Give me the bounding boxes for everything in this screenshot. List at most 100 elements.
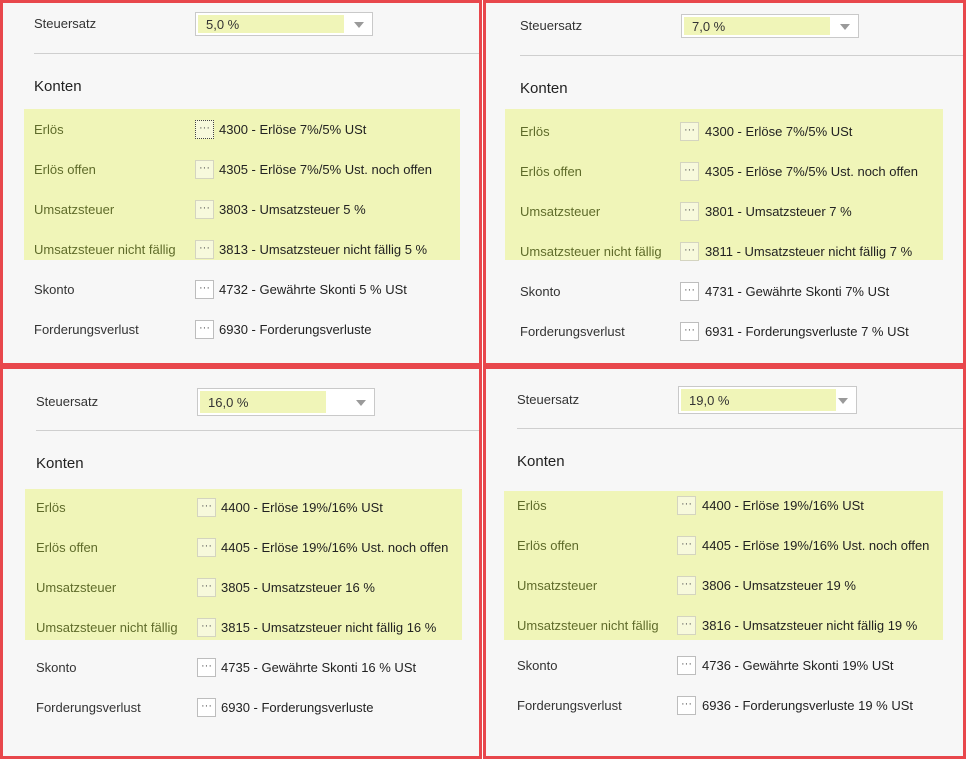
ellipsis-button[interactable]: ··· [195,280,214,299]
account-value: 4300 - Erlöse 7%/5% USt [705,124,853,139]
row-label-skonto: Skonto [36,660,77,675]
row-label-erloes-offen: Erlös offen [36,540,98,555]
divider [34,53,479,54]
account-value: 6936 - Forderungsverluste 19 % USt [702,698,913,713]
account-value: 6930 - Forderungsverluste [219,322,372,337]
tax-rate-label: Steuersatz [34,16,97,31]
row-label-umsatzsteuer-nicht-faellig: Umsatzsteuer nicht fällig [34,242,176,257]
account-value: 3811 - Umsatzsteuer nicht fällig 7 % [705,244,913,259]
row-label-erloes-offen: Erlös offen [517,538,579,553]
ellipsis-button[interactable]: ··· [677,576,696,595]
ellipsis-button[interactable]: ··· [680,162,699,181]
account-value: 3816 - Umsatzsteuer nicht fällig 19 % [702,618,918,633]
account-value: 4400 - Erlöse 19%/16% USt [221,500,383,515]
account-value: 4732 - Gewährte Skonti 5 % USt [219,282,407,297]
row-label-forderungsverlust: Forderungsverlust [34,322,139,337]
tax-rate-dropdown[interactable]: 19,0 % [678,386,857,414]
settings-panel-16-percent: Steuersatz 16,0 % Konten Erlös ··· 4400 … [0,366,482,759]
row-label-umsatzsteuer-nicht-faellig: Umsatzsteuer nicht fällig [36,620,178,635]
row-label-erloes: Erlös [36,500,66,515]
tax-rate-value: 7,0 % [684,17,830,35]
account-value: 4305 - Erlöse 7%/5% Ust. noch offen [705,164,918,179]
row-label-erloes-offen: Erlös offen [34,162,96,177]
row-label-umsatzsteuer-nicht-faellig: Umsatzsteuer nicht fällig [517,618,659,633]
row-label-erloes: Erlös [34,122,64,137]
settings-panel-19-percent: Steuersatz 19,0 % Konten Erlös ··· 4400 … [483,366,966,759]
section-title-konten: Konten [36,455,84,472]
ellipsis-button[interactable]: ··· [680,202,699,221]
account-value: 3805 - Umsatzsteuer 16 % [221,580,375,595]
account-value: 4305 - Erlöse 7%/5% Ust. noch offen [219,162,432,177]
section-title-konten: Konten [517,453,565,470]
ellipsis-button[interactable]: ··· [195,320,214,339]
row-label-erloes: Erlös [520,124,550,139]
ellipsis-button[interactable]: ··· [680,242,699,261]
ellipsis-button[interactable]: ··· [680,282,699,301]
ellipsis-button[interactable]: ··· [197,658,216,677]
tax-rate-dropdown[interactable]: 16,0 % [197,388,375,416]
ellipsis-button[interactable]: ··· [197,618,216,637]
tax-rate-label: Steuersatz [517,392,580,407]
section-title-konten: Konten [520,80,568,97]
divider [520,55,963,56]
row-label-umsatzsteuer: Umsatzsteuer [517,578,598,593]
settings-panel-7-percent: Steuersatz 7,0 % Konten Erlös ··· 4300 -… [483,0,966,366]
account-value: 3803 - Umsatzsteuer 5 % [219,202,366,217]
row-label-umsatzsteuer: Umsatzsteuer [36,580,117,595]
divider [517,428,963,429]
account-value: 4405 - Erlöse 19%/16% Ust. noch offen [702,538,930,553]
tax-rate-label: Steuersatz [520,18,583,33]
chevron-down-icon [354,22,364,28]
account-value: 6930 - Forderungsverluste [221,700,374,715]
row-label-erloes-offen: Erlös offen [520,164,582,179]
row-label-forderungsverlust: Forderungsverlust [520,324,625,339]
settings-panel-5-percent: Steuersatz 5,0 % Konten Erlös ··· 4300 -… [0,0,482,366]
account-value: 6931 - Forderungsverluste 7 % USt [705,324,909,339]
row-label-forderungsverlust: Forderungsverlust [517,698,622,713]
account-value: 4300 - Erlöse 7%/5% USt [219,122,367,137]
ellipsis-button[interactable]: ··· [680,322,699,341]
row-label-umsatzsteuer: Umsatzsteuer [520,204,601,219]
ellipsis-button[interactable]: ··· [680,122,699,141]
ellipsis-button[interactable]: ··· [677,536,696,555]
row-label-forderungsverlust: Forderungsverlust [36,700,141,715]
ellipsis-button[interactable]: ··· [195,120,214,139]
tax-rate-label: Steuersatz [36,394,99,409]
ellipsis-button[interactable]: ··· [677,656,696,675]
ellipsis-button[interactable]: ··· [197,538,216,557]
ellipsis-button[interactable]: ··· [197,698,216,717]
ellipsis-button[interactable]: ··· [195,160,214,179]
row-label-umsatzsteuer-nicht-faellig: Umsatzsteuer nicht fällig [520,244,662,259]
tax-rate-dropdown[interactable]: 5,0 % [195,12,373,36]
tax-rate-value: 5,0 % [198,15,344,33]
account-value: 4735 - Gewährte Skonti 16 % USt [221,660,417,675]
chevron-down-icon [838,398,848,404]
row-label-skonto: Skonto [520,284,561,299]
account-value: 4736 - Gewährte Skonti 19% USt [702,658,894,673]
row-label-skonto: Skonto [517,658,558,673]
account-value: 4405 - Erlöse 19%/16% Ust. noch offen [221,540,449,555]
ellipsis-button[interactable]: ··· [677,616,696,635]
chevron-down-icon [840,24,850,30]
row-label-erloes: Erlös [517,498,547,513]
account-value: 3801 - Umsatzsteuer 7 % [705,204,852,219]
chevron-down-icon [356,400,366,406]
ellipsis-button[interactable]: ··· [195,240,214,259]
tax-rate-dropdown[interactable]: 7,0 % [681,14,859,38]
tax-rate-value: 19,0 % [681,389,836,411]
account-value: 3815 - Umsatzsteuer nicht fällig 16 % [221,620,437,635]
tax-rate-value: 16,0 % [200,391,326,413]
account-value: 3813 - Umsatzsteuer nicht fällig 5 % [219,242,428,257]
ellipsis-button[interactable]: ··· [197,498,216,517]
row-label-umsatzsteuer: Umsatzsteuer [34,202,115,217]
ellipsis-button[interactable]: ··· [197,578,216,597]
divider [36,430,479,431]
account-value: 3806 - Umsatzsteuer 19 % [702,578,856,593]
row-label-skonto: Skonto [34,282,75,297]
ellipsis-button[interactable]: ··· [677,496,696,515]
account-value: 4400 - Erlöse 19%/16% USt [702,498,864,513]
section-title-konten: Konten [34,78,82,95]
ellipsis-button[interactable]: ··· [677,696,696,715]
ellipsis-button[interactable]: ··· [195,200,214,219]
account-value: 4731 - Gewährte Skonti 7% USt [705,284,890,299]
